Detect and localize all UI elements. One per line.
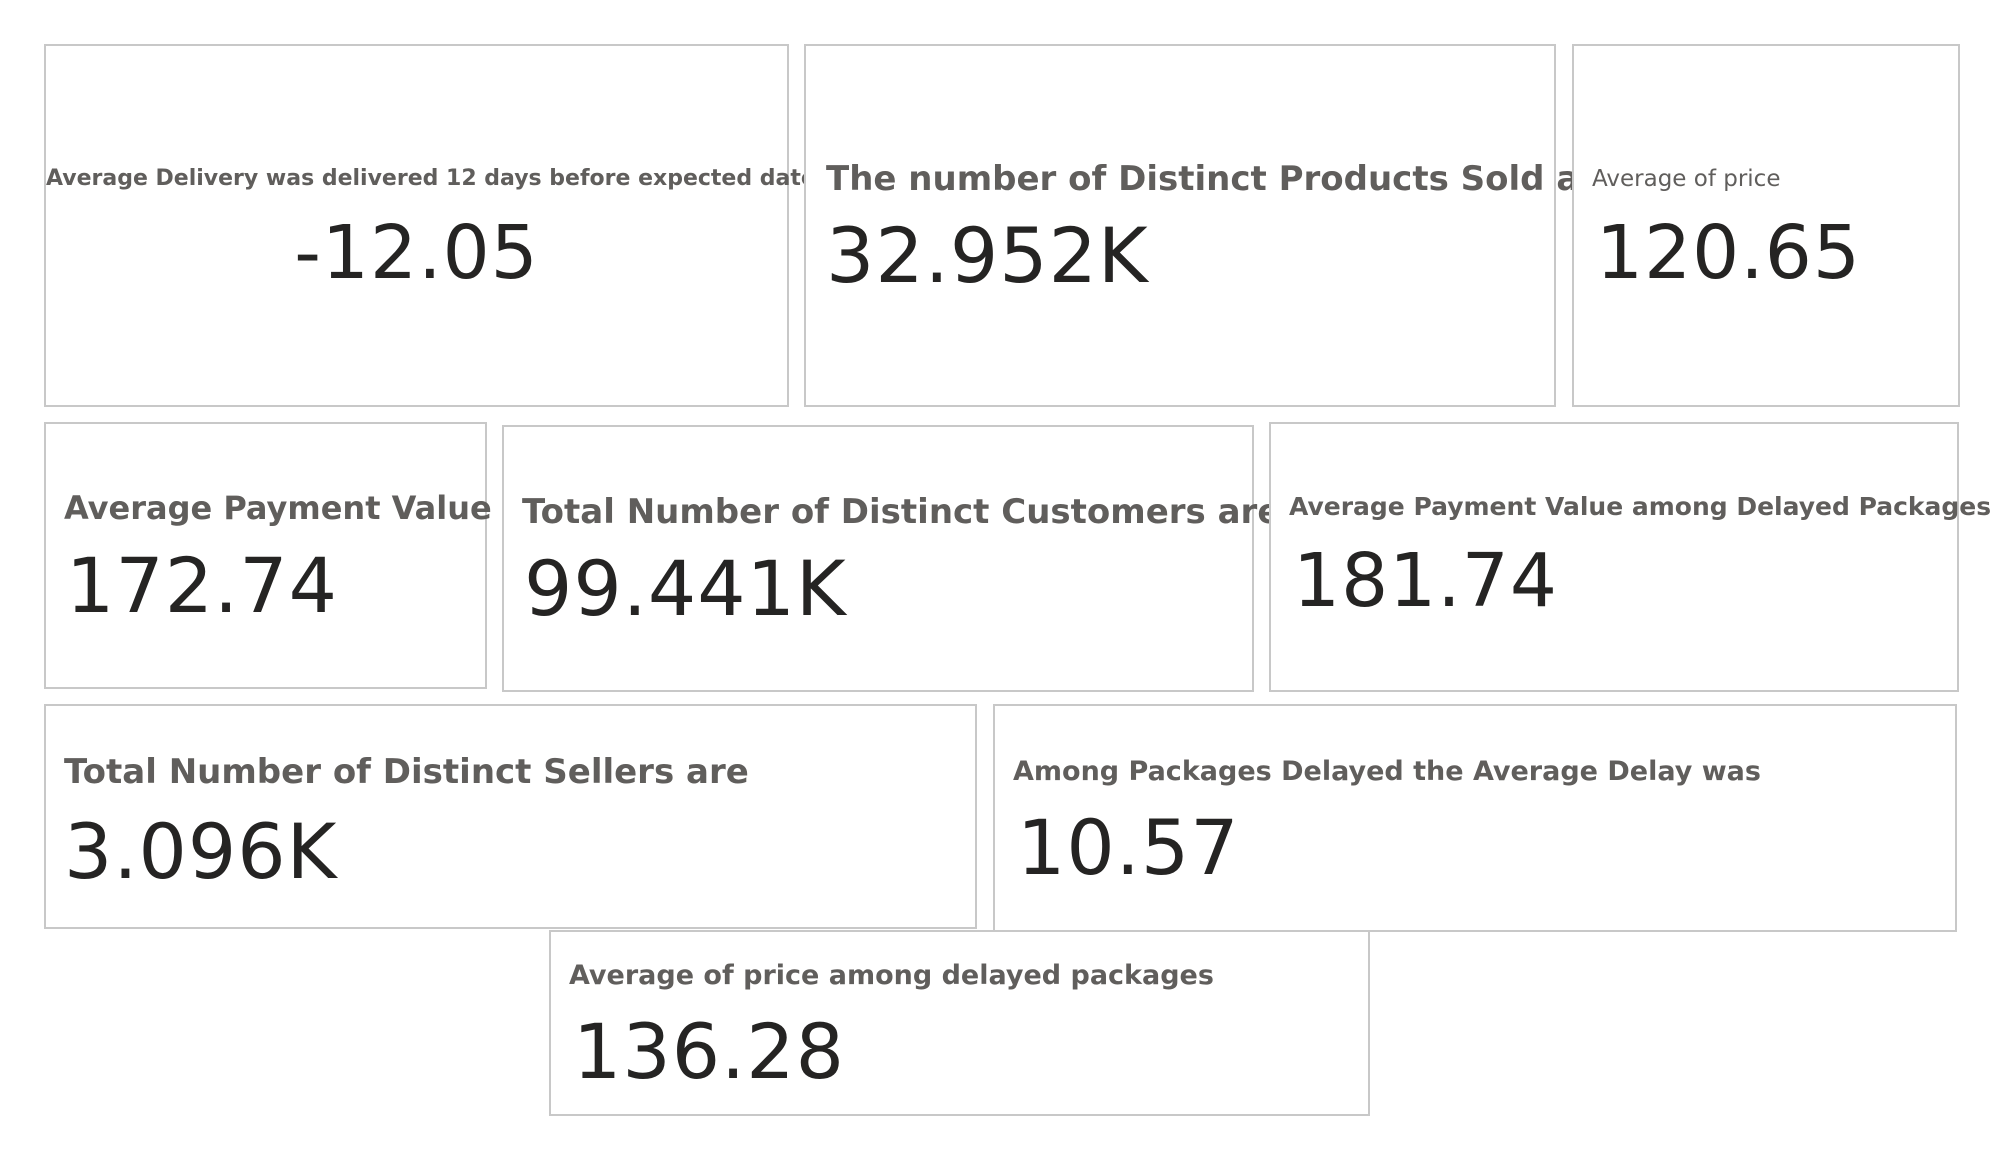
kpi-card-price-delayed[interactable]: Average of price among delayed packages … bbox=[549, 930, 1370, 1116]
card-title: Average Delivery was delivered 12 days b… bbox=[46, 166, 816, 191]
card-value: 99.441K bbox=[524, 544, 847, 633]
card-value: 172.74 bbox=[66, 541, 338, 630]
card-title: The number of Distinct Products Sold are bbox=[826, 159, 1620, 199]
kpi-card-average-delay[interactable]: Among Packages Delayed the Average Delay… bbox=[993, 704, 1957, 932]
card-value: 32.952K bbox=[826, 211, 1149, 300]
card-value: 3.096K bbox=[64, 807, 338, 896]
card-title: Average of price among delayed packages bbox=[569, 960, 1214, 991]
card-title: Total Number of Distinct Sellers are bbox=[64, 752, 749, 792]
card-value: -12.05 bbox=[294, 210, 539, 296]
kpi-card-average-delivery[interactable]: Average Delivery was delivered 12 days b… bbox=[44, 44, 816, 407]
card-value: 181.74 bbox=[1293, 538, 1558, 624]
kpi-card-average-payment[interactable]: Average Payment Value 172.74 bbox=[44, 422, 492, 689]
card-title: Among Packages Delayed the Average Delay… bbox=[1013, 756, 1761, 787]
card-title: Average Payment Value among Delayed Pack… bbox=[1289, 492, 1992, 521]
card-title: Total Number of Distinct Customers are bbox=[522, 492, 1281, 532]
kpi-card-distinct-products[interactable]: The number of Distinct Products Sold are… bbox=[804, 44, 1619, 407]
kpi-card-average-price[interactable]: Average of price 120.65 bbox=[1572, 44, 1960, 407]
card-title: Average of price bbox=[1592, 166, 1781, 192]
card-value: 10.57 bbox=[1017, 803, 1240, 892]
card-value: 120.65 bbox=[1596, 210, 1861, 296]
kpi-card-distinct-customers[interactable]: Total Number of Distinct Customers are 9… bbox=[502, 425, 1280, 692]
kpi-card-distinct-sellers[interactable]: Total Number of Distinct Sellers are 3.0… bbox=[44, 704, 977, 929]
kpi-card-payment-delayed[interactable]: Average Payment Value among Delayed Pack… bbox=[1269, 422, 1991, 692]
card-title: Average Payment Value bbox=[64, 489, 492, 527]
card-value: 136.28 bbox=[573, 1007, 845, 1096]
